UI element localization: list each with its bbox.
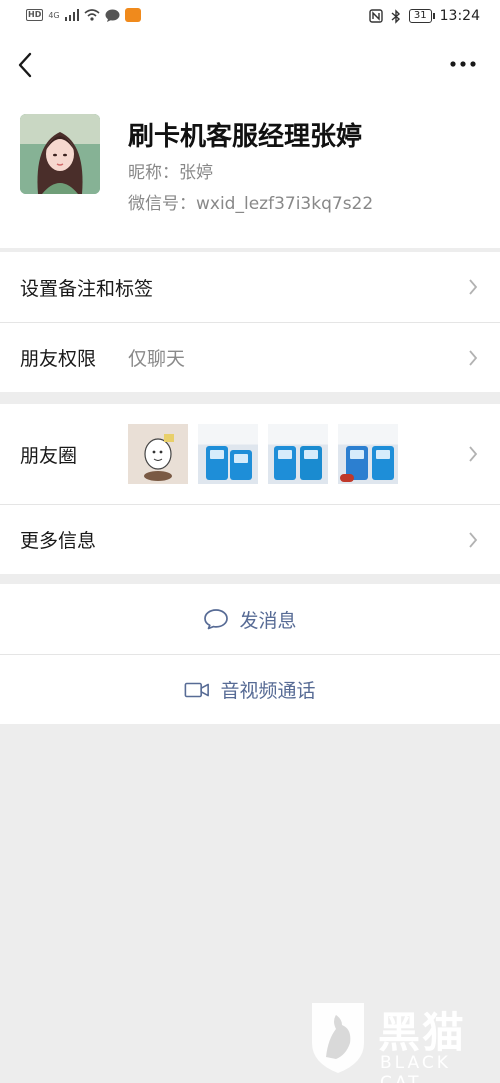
- pos-terminal-image: [274, 446, 296, 480]
- top-nav-bar: [0, 36, 500, 96]
- clock: 13:24: [439, 8, 480, 24]
- pos-terminal-image: [300, 446, 322, 480]
- more-info-label: 更多信息: [20, 530, 97, 552]
- friend-permission-value: 仅聊天: [128, 348, 186, 370]
- nickname: 昵称：张婷: [128, 163, 213, 183]
- chevron-right-icon: [469, 279, 478, 295]
- more-options-icon[interactable]: [448, 54, 478, 74]
- wechat-id: 微信号：wxid_lezf37i3kq7s22: [128, 194, 374, 214]
- chat-bubble-icon: [204, 609, 229, 630]
- status-bar: HD 4G 31 13:24: [0, 0, 500, 36]
- contact-name: 刷卡机客服经理张婷: [128, 122, 363, 152]
- chat-notification-icon: [105, 9, 120, 22]
- black-cat-logo-icon: [312, 1003, 364, 1073]
- video-call-label: 音视频通话: [220, 680, 316, 702]
- network-label: 4G: [48, 10, 60, 20]
- red-object-image: [340, 474, 354, 482]
- video-call-button[interactable]: 音视频通话: [0, 654, 500, 724]
- moments-thumbnail: [198, 424, 258, 484]
- status-left-icons: HD 4G: [26, 8, 141, 22]
- moments-group: 朋友圈 更多信息: [0, 404, 500, 574]
- moments-row[interactable]: 朋友圈: [0, 404, 500, 504]
- signal-icon: [64, 9, 79, 21]
- chevron-right-icon: [469, 349, 478, 366]
- send-message-label: 发消息: [239, 609, 297, 632]
- more-info-row[interactable]: 更多信息: [0, 504, 500, 574]
- watermark-subtitle: BLACK CAT: [380, 1053, 451, 1083]
- profile-header: 刷卡机客服经理张婷 昵称：张婷 微信号：wxid_lezf37i3kq7s22: [0, 96, 500, 248]
- battery-icon: 31: [408, 9, 435, 23]
- moments-label: 朋友圈: [20, 444, 78, 467]
- friend-permission-label: 朋友权限: [20, 348, 97, 370]
- moments-thumbnail: [128, 424, 188, 484]
- avatar[interactable]: [20, 114, 100, 194]
- nfc-icon: [369, 9, 383, 23]
- avatar-illustration: [20, 114, 100, 194]
- moments-thumbnails: [128, 424, 398, 484]
- friend-permission-row[interactable]: 朋友权限 仅聊天: [0, 322, 500, 392]
- cartoon-thumbnail-image: [144, 434, 174, 481]
- settings-group: 设置备注和标签 朋友权限 仅聊天: [0, 252, 500, 392]
- pos-terminal-image: [230, 450, 252, 480]
- wifi-icon: [84, 9, 100, 21]
- video-camera-icon: [185, 682, 210, 697]
- watermark-title: 黑猫: [378, 1008, 467, 1057]
- pos-terminal-image: [206, 446, 228, 480]
- chevron-right-icon: [469, 446, 478, 462]
- black-cat-watermark: 黑猫 BLACK CAT: [306, 999, 492, 1083]
- app-notification-icon: [124, 8, 141, 22]
- hd-badge: HD: [26, 9, 44, 21]
- actions-group: 发消息 音视频通话: [0, 584, 500, 724]
- remark-tags-row[interactable]: 设置备注和标签: [0, 252, 500, 322]
- remark-tags-label: 设置备注和标签: [20, 277, 154, 300]
- bluetooth-icon: [391, 8, 400, 24]
- moments-thumbnail: [338, 424, 398, 484]
- chevron-right-icon: [469, 531, 478, 548]
- status-right-icons: 31 13:24: [369, 8, 480, 24]
- moments-thumbnail: [268, 424, 328, 484]
- send-message-button[interactable]: 发消息: [0, 584, 500, 654]
- back-arrow-icon[interactable]: [14, 50, 38, 80]
- pos-terminal-image: [372, 446, 394, 480]
